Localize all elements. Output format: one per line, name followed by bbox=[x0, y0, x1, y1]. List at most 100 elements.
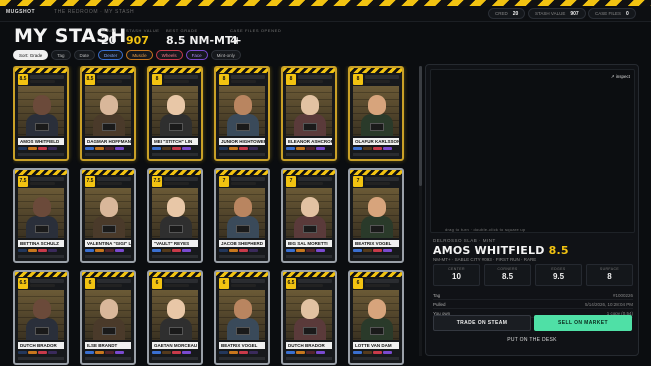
card-sublabel-bar bbox=[164, 182, 189, 185]
stash-card[interactable]: 8.5 DAGMAR HOFFMANN bbox=[80, 66, 136, 161]
card-hazard-stripe bbox=[350, 68, 402, 73]
stash-card[interactable]: 8 OLAFUR KARLSSON bbox=[348, 66, 404, 161]
card-tags bbox=[85, 249, 124, 252]
card-tag bbox=[48, 147, 57, 150]
mugshot-photo bbox=[219, 188, 265, 238]
mugshot-head bbox=[33, 197, 51, 217]
stash-card[interactable]: 6.5 DUTCH BRADOR bbox=[281, 270, 337, 365]
card-grade-badge: 7.5 bbox=[18, 176, 28, 187]
card-label-bar bbox=[365, 177, 399, 181]
filter-bar: Sort: Grade Tag Date Dexter Muscle Wheel… bbox=[13, 50, 241, 60]
mugshot-photo bbox=[353, 290, 399, 340]
card-grade-badge: 7 bbox=[353, 176, 363, 187]
mugshot-photo bbox=[85, 86, 131, 136]
sort-tag-chip[interactable]: Tag bbox=[51, 50, 71, 60]
subgrade-value: 8 bbox=[607, 272, 612, 281]
card-hazard-stripe bbox=[216, 272, 268, 277]
card-grade-badge: 8 bbox=[152, 74, 162, 85]
card-sublabel-bar bbox=[231, 182, 256, 185]
card-sublabel-bar bbox=[164, 80, 189, 83]
stash-card[interactable]: 6 ILSE BRANDT bbox=[80, 270, 136, 365]
subgrade-label: CORNERS bbox=[497, 267, 518, 271]
filter-face-chip[interactable]: Face bbox=[185, 50, 208, 60]
card-tag bbox=[239, 147, 248, 150]
card-grade-badge: 7.5 bbox=[152, 176, 162, 187]
stash-card[interactable]: 6.5 DUTCH BRADOR bbox=[13, 270, 69, 365]
stash-card[interactable]: 8.5 AMOS WHITFIELD bbox=[13, 66, 69, 161]
put-on-desk-button[interactable]: PUT ON THE DESK bbox=[426, 337, 638, 343]
cred-pill[interactable]: CRED 20 bbox=[488, 8, 526, 19]
card-tag bbox=[48, 351, 57, 354]
case-files-value: 0 bbox=[626, 10, 629, 17]
card-tag bbox=[249, 147, 258, 150]
card-tag bbox=[85, 147, 94, 150]
card-hazard-stripe bbox=[149, 272, 201, 277]
stash-card[interactable]: 7 JACOB SHEPHERD bbox=[214, 168, 270, 263]
card-sublabel-bar bbox=[30, 80, 55, 83]
stash-card[interactable]: 7.5 VALENTINA "GIGI" LOCA bbox=[80, 168, 136, 263]
sell-on-market-button[interactable]: SELL ON MARKET bbox=[534, 315, 632, 331]
sort-grade-chip[interactable]: Sort: Grade bbox=[13, 50, 49, 60]
subgrade-edges: EDGES 9.5 bbox=[535, 264, 582, 286]
mugshot-head bbox=[301, 95, 319, 115]
stash-card[interactable]: 6 BEATRIX VOGEL bbox=[214, 270, 270, 365]
card-tags bbox=[18, 147, 57, 150]
card-sublabel-bar bbox=[298, 182, 323, 185]
subgrade-value: 8.5 bbox=[501, 272, 514, 281]
filter-wheels-chip[interactable]: Wheels bbox=[155, 50, 183, 60]
card-tag bbox=[286, 249, 295, 252]
card-hazard-stripe bbox=[82, 68, 134, 73]
trade-on-steam-button[interactable]: TRADE ON STEAM bbox=[433, 315, 531, 331]
brand-logo[interactable]: MUGSHOT bbox=[6, 9, 35, 15]
viewer-hint: drag to turn · double-click to square up bbox=[445, 227, 526, 232]
subgrade-label: CENTER bbox=[448, 267, 465, 271]
card-tag bbox=[172, 249, 181, 252]
mint-only-chip[interactable]: Mint-only bbox=[210, 50, 241, 60]
card-tags bbox=[286, 351, 325, 354]
scrollbar-thumb[interactable] bbox=[419, 66, 422, 186]
card-hazard-stripe bbox=[216, 170, 268, 175]
card-grade-badge: 8 bbox=[219, 74, 229, 85]
mugshot-head bbox=[167, 299, 185, 319]
card-sublabel-bar bbox=[365, 80, 390, 83]
stash-value-pill[interactable]: STASH VALUE 907 bbox=[528, 8, 586, 19]
card-info-rows: Tag #1000226 Pulled 5/14/2026, 10:28:04 PM… bbox=[433, 291, 633, 318]
card-tag bbox=[85, 249, 94, 252]
stash-value-label: STASH VALUE bbox=[535, 11, 566, 16]
mugshot-head bbox=[33, 299, 51, 319]
mugshot-head bbox=[368, 197, 386, 217]
card-tag bbox=[316, 147, 325, 150]
mugshot-placard bbox=[35, 123, 49, 131]
card-tag bbox=[28, 351, 37, 354]
stash-card[interactable]: 7 BIG SAL MORETTI bbox=[281, 168, 337, 263]
card-tag bbox=[105, 249, 114, 252]
subgrade-value: 10 bbox=[452, 272, 461, 281]
filter-muscle-chip[interactable]: Muscle bbox=[126, 50, 153, 60]
filter-dexter-chip[interactable]: Dexter bbox=[98, 50, 124, 60]
sort-date-chip[interactable]: Date bbox=[73, 50, 96, 60]
stash-card[interactable]: 6 LOTTE VAN DAM bbox=[348, 270, 404, 365]
stash-card[interactable]: 7 BEATRIX VOGEL bbox=[348, 168, 404, 263]
card-label-bar bbox=[365, 279, 399, 283]
stash-card[interactable]: 7.5 BETTINA SCHULZ bbox=[13, 168, 69, 263]
grid-scrollbar[interactable] bbox=[419, 66, 422, 356]
stash-card[interactable]: 8 ELEANOR ASHCROFT bbox=[281, 66, 337, 161]
info-row-tag: Tag #1000226 bbox=[433, 291, 633, 300]
card-tag bbox=[249, 351, 258, 354]
card-hazard-stripe bbox=[15, 272, 67, 277]
stash-card[interactable]: 8 JUNIOR HIGHTOWER bbox=[214, 66, 270, 161]
card-grade-badge: 8 bbox=[353, 74, 363, 85]
card-3d-viewer[interactable]: ↗ inspect drag to turn · double-click to… bbox=[430, 69, 635, 233]
stash-card[interactable]: 6 GAETAN MORCEAU bbox=[147, 270, 203, 365]
case-files-pill[interactable]: CASE FILES 0 bbox=[588, 8, 636, 19]
stash-card[interactable]: 7.5 "VAULT" REYES bbox=[147, 168, 203, 263]
mugshot-photo bbox=[353, 86, 399, 136]
inspect-button[interactable]: ↗ inspect bbox=[611, 74, 630, 80]
subgrade-label: SURFACE bbox=[599, 267, 620, 271]
stash-card[interactable]: 8 MEI "STITCH" LIN bbox=[147, 66, 203, 161]
card-hazard-stripe bbox=[149, 68, 201, 73]
card-footer-bar bbox=[286, 153, 332, 156]
mugshot-head bbox=[234, 197, 252, 217]
card-tag bbox=[383, 249, 392, 252]
card-name-plate: MEI "STITCH" LIN bbox=[152, 138, 198, 145]
